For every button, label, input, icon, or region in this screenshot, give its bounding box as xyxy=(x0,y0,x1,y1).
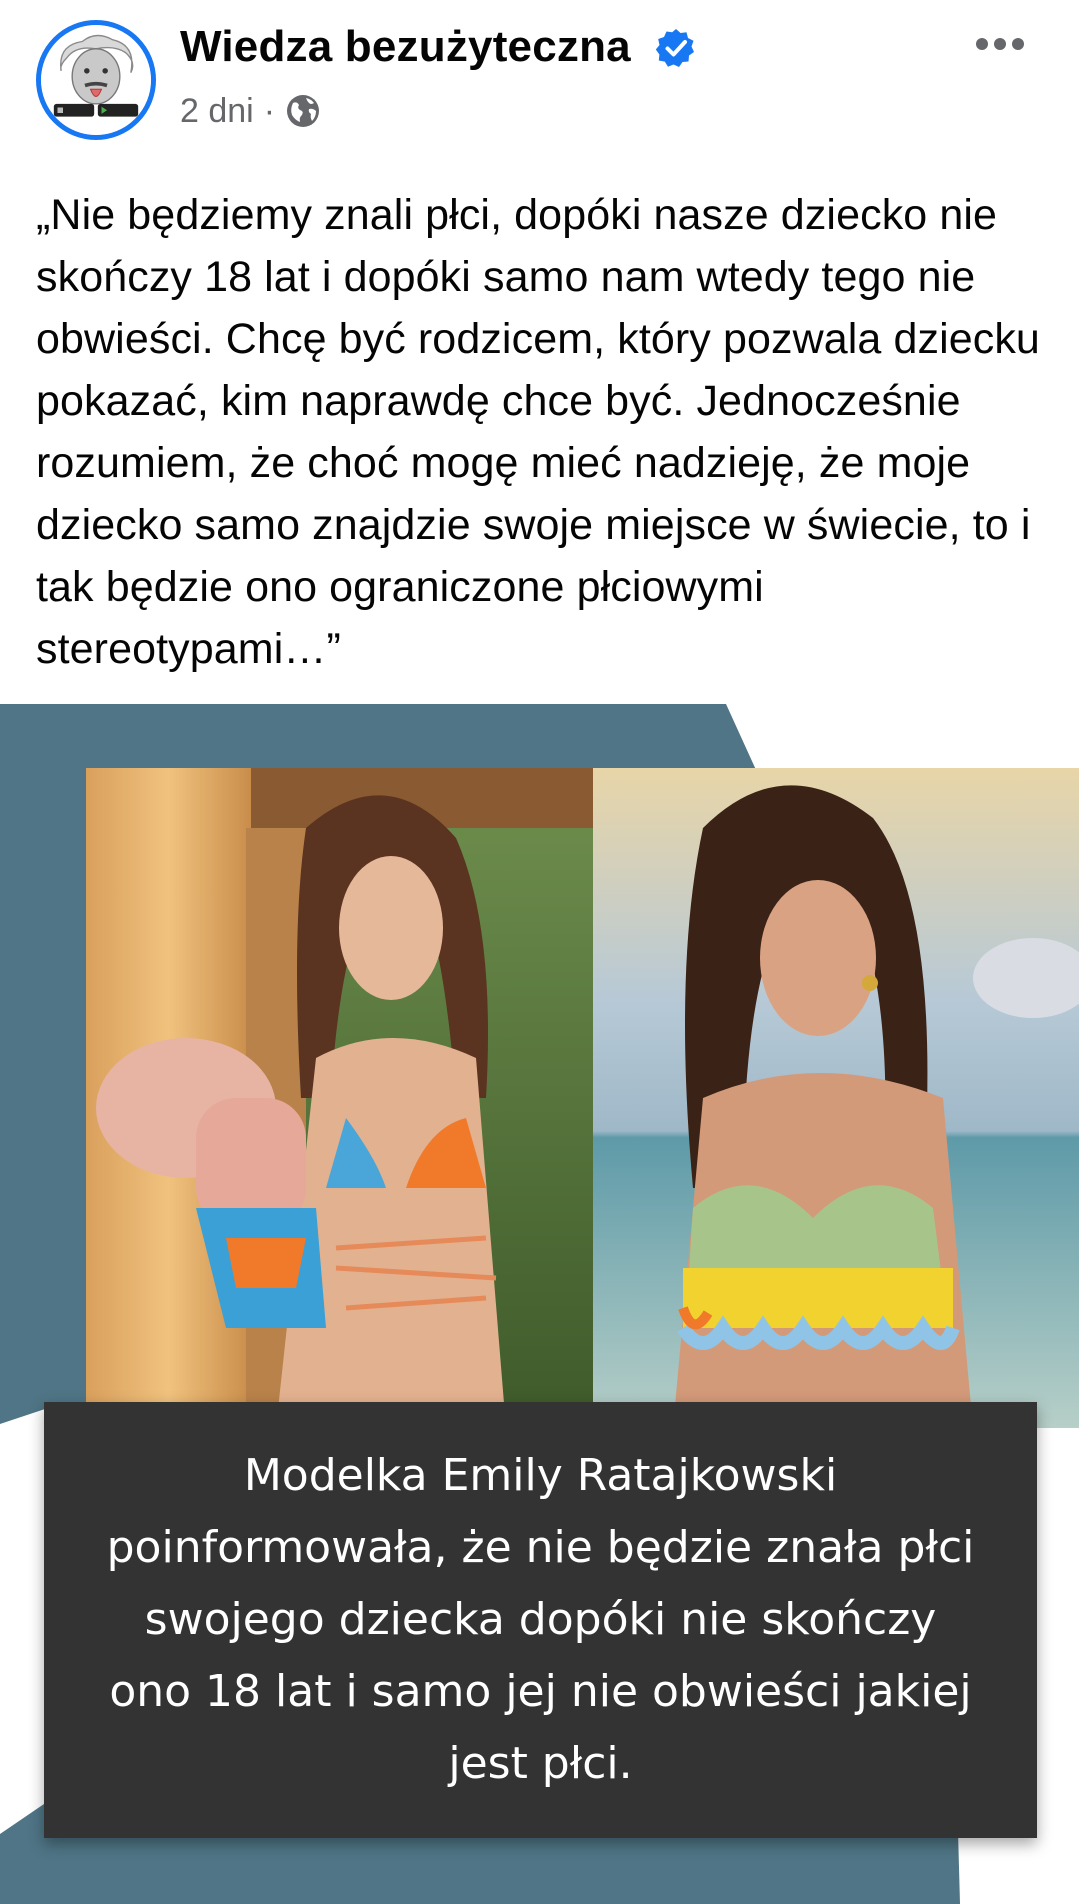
photo-right xyxy=(593,768,1079,1428)
image-caption-box: Modelka Emily Ratajkowski poinformowała,… xyxy=(44,1402,1037,1838)
photo-left xyxy=(86,768,593,1428)
post-meta: 2 dni · xyxy=(180,88,321,134)
post-body-text: „Nie będziemy znali płci, dopóki nasze d… xyxy=(36,191,1040,673)
post-header: Wiedza bezużyteczna 2 dni · xyxy=(0,0,1079,150)
post-time[interactable]: 2 dni xyxy=(180,92,254,131)
post-image[interactable]: Modelka Emily Ratajkowski poinformowała,… xyxy=(0,704,1079,1904)
verified-badge-icon xyxy=(656,29,694,67)
more-options-icon xyxy=(976,38,1024,50)
facebook-post: Wiedza bezużyteczna 2 dni · „Nie będziem… xyxy=(0,0,1079,1904)
page-name[interactable]: Wiedza bezużyteczna xyxy=(180,22,631,72)
image-caption-text: Modelka Emily Ratajkowski poinformowała,… xyxy=(106,1450,975,1789)
meta-separator: · xyxy=(263,91,276,130)
page-avatar[interactable] xyxy=(36,20,156,140)
more-options-button[interactable] xyxy=(968,22,1032,66)
globe-icon xyxy=(287,95,320,127)
